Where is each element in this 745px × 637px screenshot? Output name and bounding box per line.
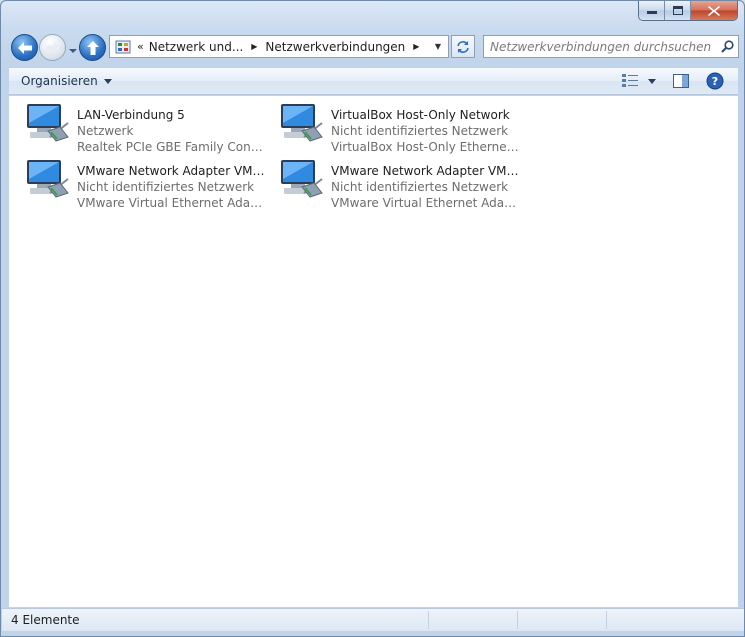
item-name: LAN-Verbindung 5 bbox=[77, 108, 185, 122]
back-arrow-icon bbox=[17, 41, 32, 54]
address-bar[interactable]: « Netzwerk und... ▶ Netzwerkverbindungen… bbox=[109, 35, 449, 58]
item-name: VMware Network Adapter VMnet1 bbox=[77, 164, 267, 178]
change-view-icon bbox=[622, 74, 638, 87]
forward-arrow-icon bbox=[45, 41, 60, 54]
status-cell bbox=[518, 611, 606, 629]
search-input[interactable] bbox=[490, 36, 716, 57]
item-name: VMware Network Adapter VMnet8 bbox=[331, 164, 521, 178]
explorer-window: « Netzwerk und... ▶ Netzwerkverbindungen… bbox=[0, 0, 745, 637]
minimize-icon bbox=[646, 10, 657, 14]
status-cell bbox=[429, 611, 517, 629]
help-icon: ? bbox=[706, 72, 724, 90]
item-status: Nicht identifiziertes Netzwerk bbox=[331, 180, 509, 194]
chevron-down-icon bbox=[103, 78, 112, 84]
file-list: LAN-Verbindung 5 Netzwerk Realtek PCIe G… bbox=[9, 96, 738, 607]
network-adapter-icon bbox=[278, 157, 328, 209]
list-item[interactable]: VMware Network Adapter VMnet8 Nicht iden… bbox=[278, 157, 528, 210]
refresh-button[interactable] bbox=[451, 35, 475, 58]
navigation-bar: « Netzwerk und... ▶ Netzwerkverbindungen… bbox=[9, 31, 739, 63]
search-icon bbox=[720, 40, 734, 53]
svg-text:?: ? bbox=[712, 75, 718, 88]
status-divider bbox=[606, 611, 607, 629]
item-device: VMware Virtual Ethernet Adapter ... bbox=[77, 196, 267, 210]
item-device: VMware Virtual Ethernet Adapter ... bbox=[331, 196, 521, 210]
help-button[interactable]: ? bbox=[702, 70, 728, 92]
close-button[interactable] bbox=[691, 1, 737, 20]
breadcrumb-arrow-icon[interactable]: ▶ bbox=[413, 42, 419, 51]
up-button[interactable] bbox=[79, 34, 106, 61]
chevron-down-icon bbox=[69, 49, 77, 53]
recent-pages-button[interactable] bbox=[68, 44, 78, 53]
caption-buttons bbox=[638, 1, 738, 21]
preview-pane-button[interactable] bbox=[668, 70, 694, 92]
up-arrow-icon bbox=[86, 40, 99, 55]
organize-button[interactable]: Organisieren bbox=[21, 74, 112, 88]
maximize-button[interactable] bbox=[665, 1, 691, 20]
item-name: VirtualBox Host-Only Network bbox=[331, 108, 510, 122]
item-status: Nicht identifiziertes Netzwerk bbox=[331, 124, 509, 138]
search-button[interactable] bbox=[716, 40, 738, 53]
refresh-icon bbox=[457, 40, 469, 53]
forward-button[interactable] bbox=[39, 34, 66, 61]
breadcrumb-arrow-icon[interactable]: ▶ bbox=[251, 42, 257, 51]
view-options-button[interactable] bbox=[644, 70, 660, 92]
control-panel-icon bbox=[113, 37, 133, 57]
search-box[interactable] bbox=[483, 35, 739, 58]
network-adapter-icon bbox=[24, 101, 74, 153]
maximize-icon bbox=[672, 6, 683, 15]
item-count: 4 Elemente bbox=[11, 613, 80, 627]
list-item[interactable]: LAN-Verbindung 5 Netzwerk Realtek PCIe G… bbox=[24, 101, 274, 154]
item-status: Nicht identifiziertes Netzwerk bbox=[77, 180, 255, 194]
preview-pane-icon bbox=[673, 74, 689, 88]
item-device: VirtualBox Host-Only Ethernet Ad... bbox=[331, 140, 521, 154]
organize-label: Organisieren bbox=[21, 74, 98, 88]
breadcrumb-network-connections[interactable]: Netzwerkverbindungen bbox=[265, 40, 405, 54]
address-dropdown-button[interactable]: ▼ bbox=[428, 36, 448, 57]
item-device: Realtek PCIe GBE Family Controll... bbox=[77, 140, 267, 154]
list-item[interactable]: VMware Network Adapter VMnet1 Nicht iden… bbox=[24, 157, 274, 210]
chevron-down-icon bbox=[648, 78, 656, 84]
network-adapter-icon bbox=[278, 101, 328, 153]
change-view-button[interactable] bbox=[618, 70, 644, 92]
close-icon bbox=[708, 5, 720, 16]
list-item[interactable]: VirtualBox Host-Only Network Nicht ident… bbox=[278, 101, 528, 154]
item-status: Netzwerk bbox=[77, 124, 134, 138]
status-bar: 4 Elemente bbox=[2, 608, 744, 631]
network-adapter-icon bbox=[24, 157, 74, 209]
minimize-button[interactable] bbox=[639, 1, 665, 20]
back-button[interactable] bbox=[11, 34, 38, 61]
breadcrumb-network-sharing[interactable]: Netzwerk und... bbox=[149, 40, 244, 54]
breadcrumb-overflow[interactable]: « bbox=[137, 40, 144, 53]
command-bar: Organisieren ? bbox=[9, 67, 738, 95]
